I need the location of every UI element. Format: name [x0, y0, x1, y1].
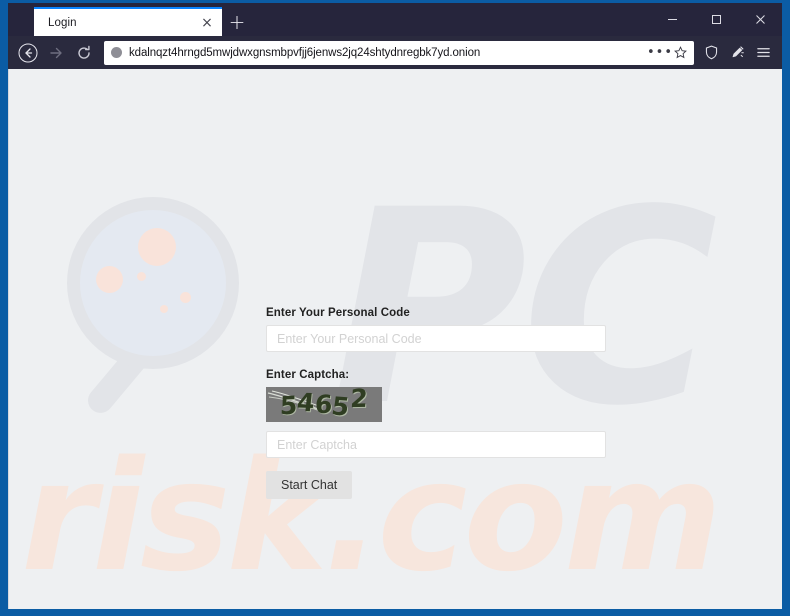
back-button[interactable] [14, 40, 42, 66]
captcha-code-text: 54652 [279, 387, 369, 422]
url-bar[interactable]: kdalnqzt4hrngd5mwjdwxgnsmbpvfjj6jenws2jq… [104, 40, 694, 65]
start-chat-button[interactable]: Start Chat [266, 471, 353, 499]
lens-dot [96, 266, 123, 293]
tab-strip: Login × + [8, 3, 782, 36]
page-actions-button[interactable]: ••• [647, 43, 672, 63]
minimize-button[interactable] [650, 3, 694, 36]
page-content: PC risk.com Enter Your Personal Code Ent… [8, 69, 782, 609]
browser-window: Login × + kdalnqzt4hrngd5mwjdwxgnsmbpvfj… [8, 3, 782, 609]
captcha-digit: 2 [349, 387, 369, 414]
broom-icon[interactable] [724, 40, 750, 66]
hamburger-menu-icon[interactable] [750, 40, 776, 66]
captcha-input[interactable] [266, 431, 606, 458]
navigation-toolbar: kdalnqzt4hrngd5mwjdwxgnsmbpvfjj6jenws2jq… [8, 36, 782, 69]
magnifier-lens [80, 210, 226, 356]
tab-close-icon[interactable]: × [198, 14, 216, 32]
lens-dot [160, 305, 168, 313]
magnifier-handle [82, 331, 162, 419]
star-icon[interactable] [670, 43, 690, 63]
url-text: kdalnqzt4hrngd5mwjdwxgnsmbpvfjj6jenws2jq… [129, 46, 481, 59]
close-button[interactable] [738, 3, 782, 36]
personal-code-label: Enter Your Personal Code [266, 307, 410, 319]
magnifying-glass-logo [67, 197, 247, 419]
reload-button[interactable] [70, 40, 98, 66]
magnifier-ring [67, 197, 239, 369]
login-form: Enter Your Personal Code Enter Captcha: … [266, 307, 616, 499]
captcha-image: 54652 [266, 387, 382, 422]
tab-title: Login [48, 16, 77, 29]
shield-icon[interactable] [698, 40, 724, 66]
forward-button[interactable] [42, 40, 70, 66]
window-controls [650, 3, 782, 36]
maximize-button[interactable] [694, 3, 738, 36]
personal-code-input[interactable] [266, 325, 606, 352]
screenshot-root: Login × + kdalnqzt4hrngd5mwjdwxgnsmbpvfj… [0, 0, 790, 616]
captcha-digit: 4 [295, 387, 317, 418]
browser-tab-login[interactable]: Login × [34, 7, 222, 36]
captcha-digit: 5 [330, 391, 352, 422]
lens-dot [138, 228, 176, 266]
lens-dot [137, 272, 146, 281]
captcha-label: Enter Captcha: [266, 369, 350, 381]
globe-icon[interactable] [111, 47, 122, 58]
lens-dot [180, 292, 191, 303]
new-tab-button[interactable]: + [222, 7, 252, 36]
